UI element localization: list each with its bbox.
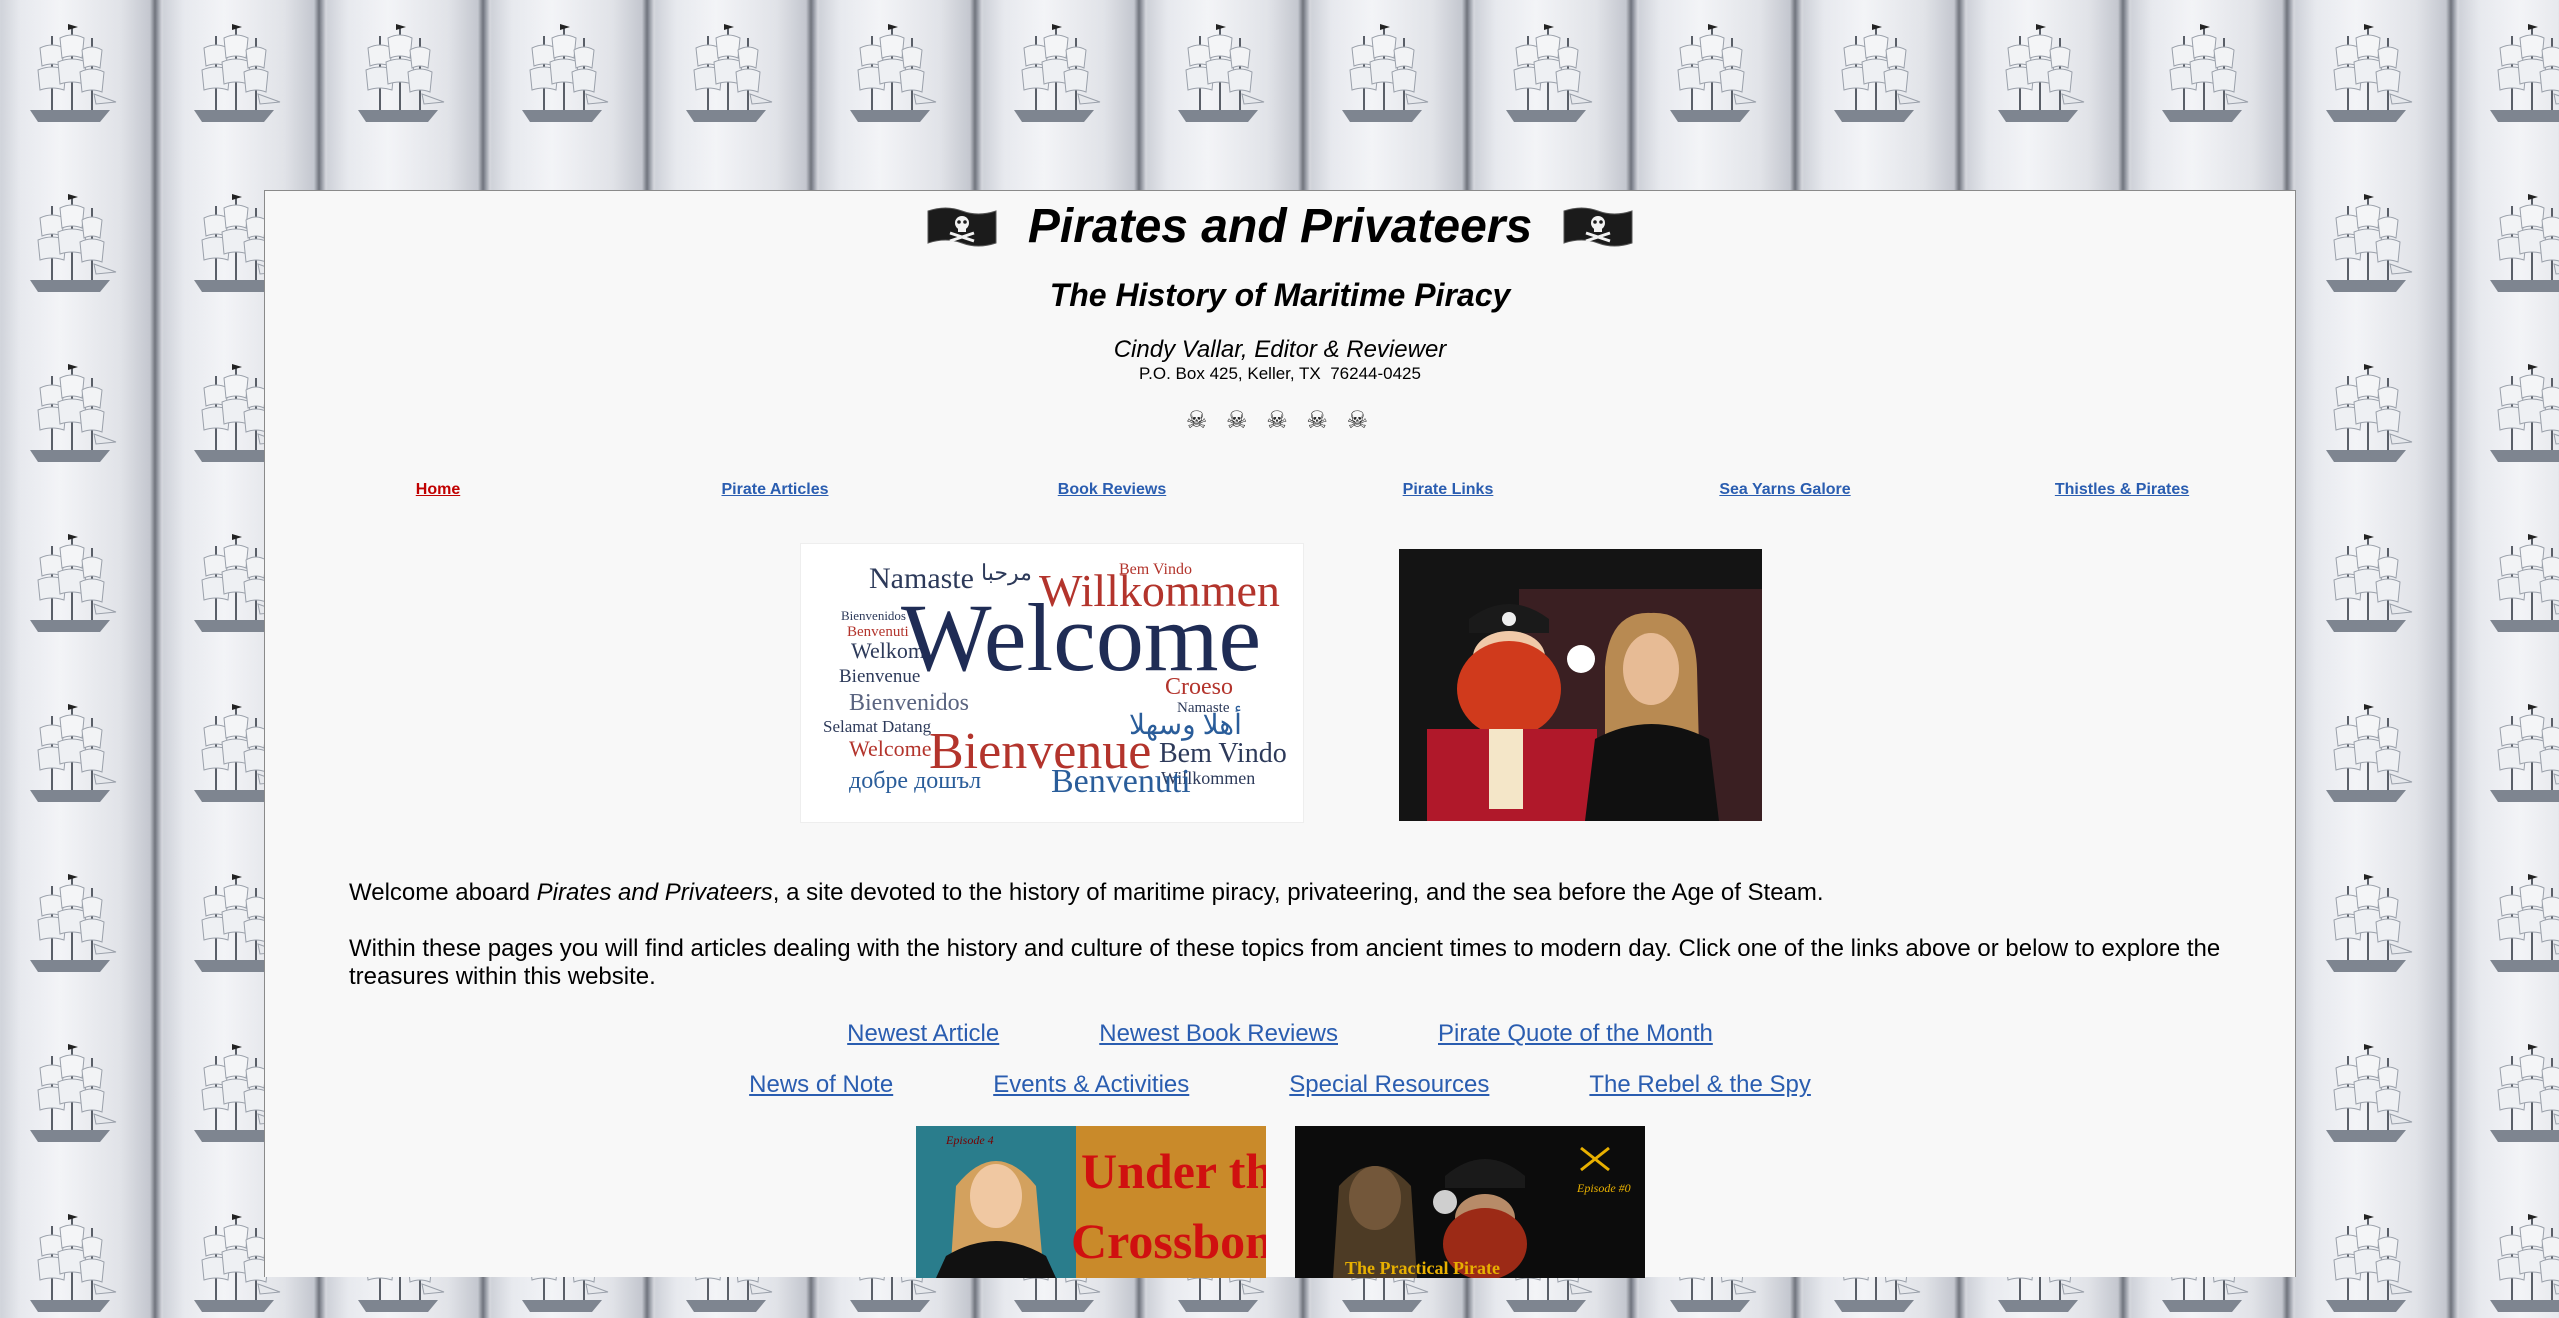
cloud-word: добре дошъл [849,768,981,794]
tall-ship-icon [30,364,117,462]
title-row: Pirates and Privateers [265,199,2295,254]
nav-thistles-pirates[interactable]: Thistles & Pirates [2055,481,2189,499]
intro-site-name: Pirates and Privateers [536,879,773,906]
cloud-word: Selamat Datang [823,717,932,736]
nav-book-reviews[interactable]: Book Reviews [1058,481,1166,499]
tall-ship-icon [1998,24,2085,122]
tall-ship-icon [194,24,281,122]
feature-links-row-2: News of Note Events & Activities Special… [265,1071,2295,1099]
tall-ship-icon [2490,704,2559,802]
link-special-resources[interactable]: Special Resources [1289,1071,1489,1099]
welcome-word-cloud: Namaste مرحبا Willkommen Bem Vindo Bienv… [800,543,1304,823]
tall-ship-icon [522,24,609,122]
tall-ship-icon [30,24,117,122]
cloud-word: Bem Vindo [1119,561,1192,578]
thumb-title-line: Crossbones [1071,1213,1266,1269]
cloud-word: Croeso [1165,674,1233,700]
tall-ship-icon [358,24,445,122]
nav-home[interactable]: Home [416,481,460,499]
practical-pirate-episode-image: Episode #0 The Practical Pirate [1295,1126,1645,1278]
tall-ship-icon [30,194,117,292]
tall-ship-icon [2490,24,2559,122]
tall-ship-icon [1342,24,1429,122]
intro-text-start: Welcome aboard [349,879,537,906]
feature-links-row-1: Newest Article Newest Book Reviews Pirat… [265,1020,2295,1048]
tall-ship-icon [2326,1044,2413,1142]
tall-ship-icon [30,1044,117,1142]
tall-ship-icon [2326,1214,2413,1312]
episode-label: Episode #0 [1576,1181,1631,1195]
link-newest-article[interactable]: Newest Article [847,1020,999,1048]
tall-ship-icon [1014,24,1101,122]
main-content: Pirates and Privateers The History of Ma… [264,190,2296,1278]
tall-ship-icon [2162,24,2249,122]
tall-ship-icon [2490,194,2559,292]
nav-pirate-links[interactable]: Pirate Links [1403,481,1494,499]
under-the-crossbones-thumbnail[interactable]: Episode 4 Under the Crossbones [916,1126,1266,1278]
tall-ship-icon [686,24,773,122]
crossbones-episode-image: Episode 4 Under the Crossbones [916,1126,1266,1278]
intro-text-end: , a site devoted to the history of marit… [772,879,1824,906]
tall-ship-icon [30,874,117,972]
tall-ship-icon [30,1214,117,1312]
tall-ship-icon [1834,24,1921,122]
tall-ship-icon [2326,874,2413,972]
tall-ship-icon [30,534,117,632]
link-news-of-note[interactable]: News of Note [749,1071,893,1099]
tall-ship-icon [2326,24,2413,122]
link-the-rebel-and-the-spy[interactable]: The Rebel & the Spy [1589,1071,1810,1099]
top-navigation: Home Pirate Articles Book Reviews Pirate… [265,481,2295,503]
jolly-roger-flag-icon [927,207,997,246]
link-newest-book-reviews[interactable]: Newest Book Reviews [1099,1020,1338,1048]
intro-paragraph-1: Welcome aboard Pirates and Privateers, a… [349,879,2229,907]
tall-ship-icon [1506,24,1593,122]
cloud-word: Welcome [849,736,932,761]
editor-line: Cindy Vallar, Editor & Reviewer [1113,336,1447,363]
site-title: Pirates and Privateers [1027,200,1533,253]
editor-photo-with-mascot [1399,549,1762,821]
tall-ship-icon [2490,534,2559,632]
cloud-word: مرحبا [981,560,1032,586]
site-subtitle: The History of Maritime Piracy [1049,277,1511,313]
tall-ship-icon [850,24,937,122]
word-cloud-graphic: Namaste مرحبا Willkommen Bem Vindo Bienv… [823,560,1287,800]
photo-illustration [1399,549,1762,821]
tall-ship-icon [2490,1214,2559,1312]
nav-pirate-articles[interactable]: Pirate Articles [721,481,828,499]
intro-paragraph-2: Within these pages you will find article… [349,935,2221,990]
tall-ship-icon [2326,364,2413,462]
tall-ship-icon [1178,24,1265,122]
link-pirate-quote-of-the-month[interactable]: Pirate Quote of the Month [1438,1020,1713,1048]
thumb-caption: The Practical Pirate [1345,1258,1500,1278]
jolly-roger-flag-icon [1563,207,1633,246]
cloud-word: Bienvenidos [849,690,969,716]
cloud-word: Benvenuti [1051,763,1191,800]
tall-ship-icon [2490,364,2559,462]
tall-ship-icon [1670,24,1757,122]
link-events-activities[interactable]: Events & Activities [993,1071,1189,1099]
tall-ship-icon [2490,1044,2559,1142]
tall-ship-icon [2326,194,2413,292]
cloud-word: Bienvenidos [841,608,906,623]
intro-text: Welcome aboard Pirates and Privateers, a… [349,879,2229,1019]
tall-ship-icon [2490,874,2559,972]
thumb-title-line: Under the [1081,1143,1266,1199]
nav-sea-yarns-galore[interactable]: Sea Yarns Galore [1719,481,1850,499]
skull-divider: ☠ ☠ ☠ ☠ ☠ [1185,407,1375,434]
episode-label: Episode 4 [945,1133,994,1147]
postal-address: P.O. Box 425, Keller, TX 76244-0425 [1139,364,1421,383]
tall-ship-icon [2326,704,2413,802]
tall-ship-icon [30,704,117,802]
tall-ship-icon [2326,534,2413,632]
practical-pirate-thumbnail[interactable]: Episode #0 The Practical Pirate [1295,1126,1645,1278]
